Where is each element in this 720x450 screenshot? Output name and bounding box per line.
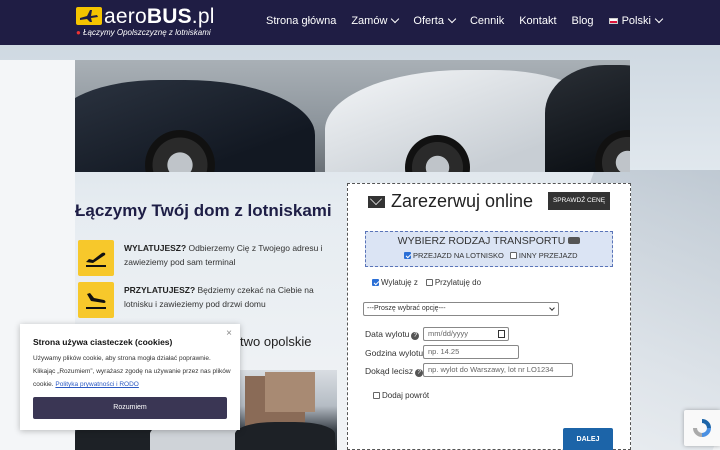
add-return-checkbox[interactable] — [373, 392, 380, 399]
airport-transfer-checkbox[interactable] — [404, 252, 411, 259]
destination-input[interactable]: np. wylot do Warszawy, lot nr LO1234 — [423, 363, 573, 377]
building-shape — [265, 372, 315, 412]
transport-type-box: WYBIERZ RODZAJ TRANSPORTU PRZEJAZD NA LO… — [365, 231, 613, 267]
add-return-option[interactable]: Dodaj powrót — [373, 391, 429, 400]
transport-type-title: WYBIERZ RODZAJ TRANSPORTU — [366, 235, 612, 247]
cookie-accept-button[interactable]: Rozumiem — [33, 397, 227, 419]
nav-offer[interactable]: Oferta — [413, 14, 457, 27]
arrive-to-checkbox[interactable] — [425, 279, 433, 286]
chevron-down-icon — [447, 14, 457, 24]
logo-wordmark: aeroBUS.pl — [104, 5, 215, 28]
site-header: aeroBUS.pl ● Łączymy Opolszczyznę z lotn… — [0, 0, 720, 45]
other-transfer-checkbox[interactable] — [509, 252, 517, 259]
chevron-down-icon — [391, 14, 400, 24]
direction-options: Wylatuję z Przylatuję do — [372, 278, 481, 287]
calendar-icon[interactable] — [498, 330, 505, 338]
transport-options: PRZEJAZD NA LOTNISKO INNY PRZEJAZD — [404, 251, 577, 260]
depart-from-option[interactable]: Wylatuję z — [372, 278, 418, 287]
cookie-banner: × Strona używa ciasteczek (cookies) Używ… — [20, 324, 240, 430]
feature-arrival-text: PRZYLATUJESZ? Będziemy czekać na Ciebie … — [124, 285, 314, 309]
close-icon[interactable]: × — [226, 328, 232, 339]
language-selector[interactable]: Polski — [608, 14, 664, 27]
check-price-button[interactable]: SPRAWDŹ CENĘ — [548, 192, 610, 210]
date-label: Data wylotu? — [365, 329, 420, 340]
logo-tagline: ● Łączymy Opolszczyznę z lotniskami — [76, 28, 211, 37]
cookie-text: Używamy plików cookie, aby strona mogła … — [33, 355, 231, 388]
bus-icon — [568, 237, 581, 244]
envelope-icon — [368, 195, 385, 208]
feature-departure-text: WYLATUJESZ? Odbierzemy Cię z Twojego adr… — [124, 243, 323, 267]
help-icon[interactable]: ? — [415, 369, 424, 377]
location-pin-icon: ● — [76, 28, 81, 37]
recaptcha-badge[interactable] — [684, 410, 720, 446]
plane-logo-icon — [76, 7, 102, 25]
chevron-down-icon — [549, 305, 555, 311]
nav-contact[interactable]: Kontakt — [519, 15, 556, 27]
booking-form: Zarezerwuj online SPRAWDŹ CENĘ WYBIERZ R… — [347, 183, 631, 450]
chevron-down-icon — [654, 14, 664, 24]
next-button[interactable]: DALEJ — [563, 428, 613, 450]
recaptcha-icon — [693, 419, 711, 437]
help-icon[interactable]: ? — [411, 332, 420, 340]
destination-label: Dokąd lecisz? — [365, 366, 424, 377]
other-transfer-option[interactable]: INNY PRZEJAZD — [509, 251, 577, 260]
airport-select[interactable]: ---Proszę wybrać opcję--- — [363, 302, 559, 316]
form-header: Zarezerwuj online — [368, 191, 533, 212]
polish-flag-icon — [608, 18, 618, 24]
time-input[interactable]: np. 14.25 — [423, 345, 519, 359]
main-nav: Strona główna Zamów Oferta Cennik Kontak… — [266, 14, 677, 27]
takeoff-icon — [78, 240, 114, 276]
nav-pricing[interactable]: Cennik — [470, 15, 504, 27]
landing-icon — [78, 282, 114, 318]
cookie-title: Strona używa ciasteczek (cookies) — [33, 337, 173, 347]
nav-order[interactable]: Zamów — [351, 14, 400, 27]
airport-transfer-option[interactable]: PRZEJAZD NA LOTNISKO — [404, 251, 504, 260]
date-input[interactable]: mm/dd/yyyy — [423, 327, 509, 341]
hero-cars-image — [75, 60, 630, 172]
nav-blog[interactable]: Blog — [572, 15, 594, 27]
car-shape — [235, 422, 335, 450]
privacy-policy-link[interactable]: Polityka prywatności i RODO — [55, 381, 138, 388]
page-title: Łączymy Twój dom z lotniskami — [75, 201, 332, 220]
section-subtitle: two opolskie — [240, 334, 312, 349]
form-title: Zarezerwuj online — [391, 191, 534, 211]
depart-from-checkbox[interactable] — [372, 279, 379, 286]
nav-home[interactable]: Strona główna — [266, 15, 336, 27]
arrive-to-option[interactable]: Przylatuję do — [425, 278, 481, 287]
